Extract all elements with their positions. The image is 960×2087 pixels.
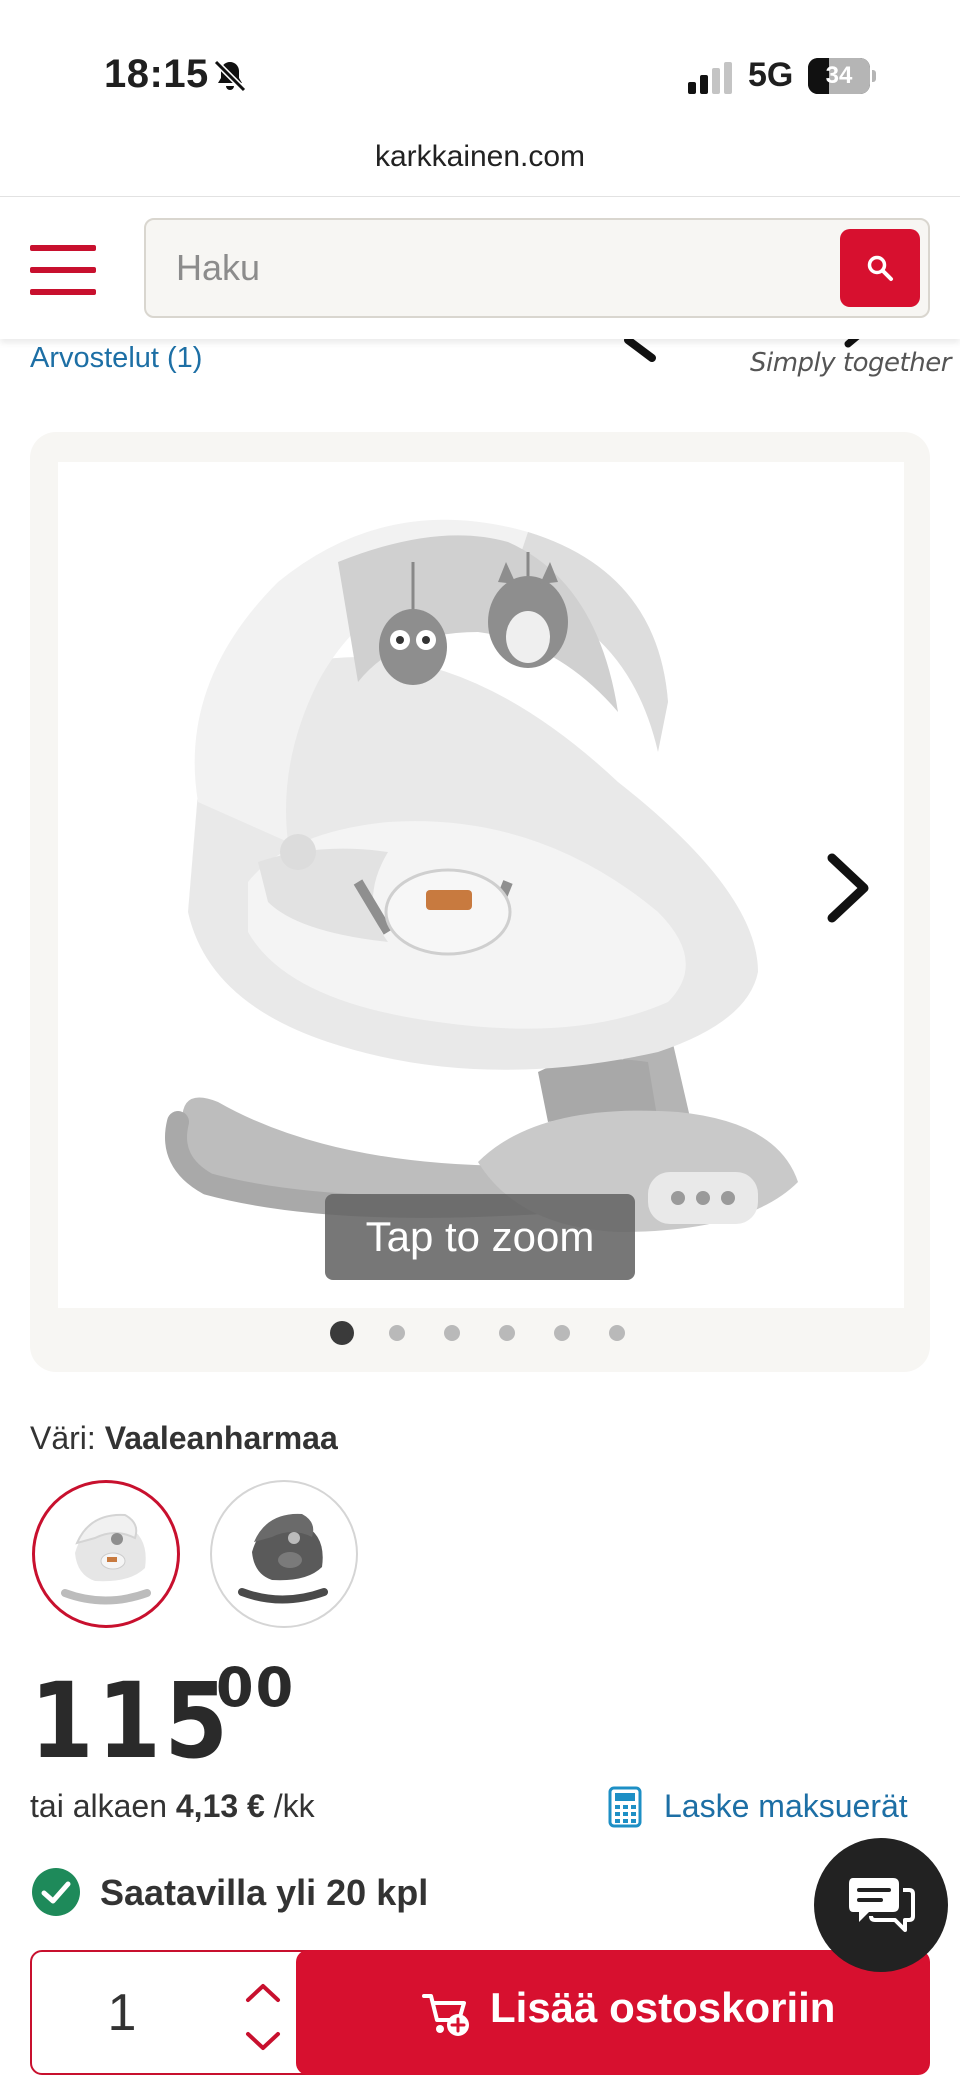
zoom-hint[interactable]: Tap to zoom xyxy=(325,1194,635,1280)
gallery-dot[interactable] xyxy=(389,1325,405,1341)
search-box xyxy=(144,218,930,318)
brand-tagline: Simply together xyxy=(750,348,951,378)
product-image[interactable] xyxy=(58,462,904,1308)
reviews-link[interactable]: Arvostelut (1) xyxy=(30,342,202,375)
gallery-dot[interactable] xyxy=(330,1321,354,1345)
gallery-dot[interactable] xyxy=(554,1325,570,1341)
gallery-dot[interactable] xyxy=(499,1325,515,1341)
quantity-input[interactable] xyxy=(52,1972,192,2054)
search-icon xyxy=(867,255,893,281)
cellular-signal-icon xyxy=(688,62,732,94)
installment-info: tai alkaen 4,13 € /kk xyxy=(30,1788,315,1824)
gallery-dot[interactable] xyxy=(444,1325,460,1341)
search-button[interactable] xyxy=(840,229,920,307)
calculator-icon xyxy=(608,1786,642,1828)
cart-add-icon xyxy=(422,1994,469,2036)
variant-label: Väri: Vaaleanharmaa xyxy=(30,1420,338,1456)
gallery-dot[interactable] xyxy=(609,1325,625,1341)
status-bar: 18:15 5G 34 xyxy=(0,0,960,140)
search-input[interactable] xyxy=(176,220,816,316)
variant-swatch-light-grey[interactable] xyxy=(32,1480,180,1628)
selected-variant: Vaaleanharmaa xyxy=(104,1420,338,1456)
status-time: 18:15 xyxy=(104,52,209,96)
chevron-up-icon[interactable] xyxy=(238,1972,288,2012)
battery-level: 34 xyxy=(825,62,853,89)
network-type: 5G xyxy=(748,56,794,94)
site-header xyxy=(0,197,960,339)
gallery-pagination xyxy=(30,1318,930,1348)
chat-button[interactable] xyxy=(814,1838,948,1972)
chat-icon xyxy=(849,1878,915,1932)
variant-swatch-dark-grey[interactable] xyxy=(210,1480,358,1628)
product-gallery: Tap to zoom xyxy=(30,432,930,1372)
chevron-right-icon[interactable] xyxy=(820,850,876,926)
bell-off-icon xyxy=(213,59,247,93)
chevron-down-icon[interactable] xyxy=(238,2022,288,2062)
battery-icon: 34 xyxy=(808,58,876,94)
price-main: 115 xyxy=(30,1660,232,1782)
hamburger-icon xyxy=(30,245,96,251)
installment-amount: 4,13 € xyxy=(175,1788,265,1824)
check-circle-icon xyxy=(32,1868,80,1916)
browser-url[interactable]: karkkainen.com xyxy=(0,140,960,196)
baby-swing-image xyxy=(165,519,798,1232)
price-decimals: 00 xyxy=(216,1656,296,1719)
add-to-cart-button[interactable]: Lisää ostoskoriin xyxy=(296,1950,930,2075)
menu-button[interactable] xyxy=(30,245,98,295)
